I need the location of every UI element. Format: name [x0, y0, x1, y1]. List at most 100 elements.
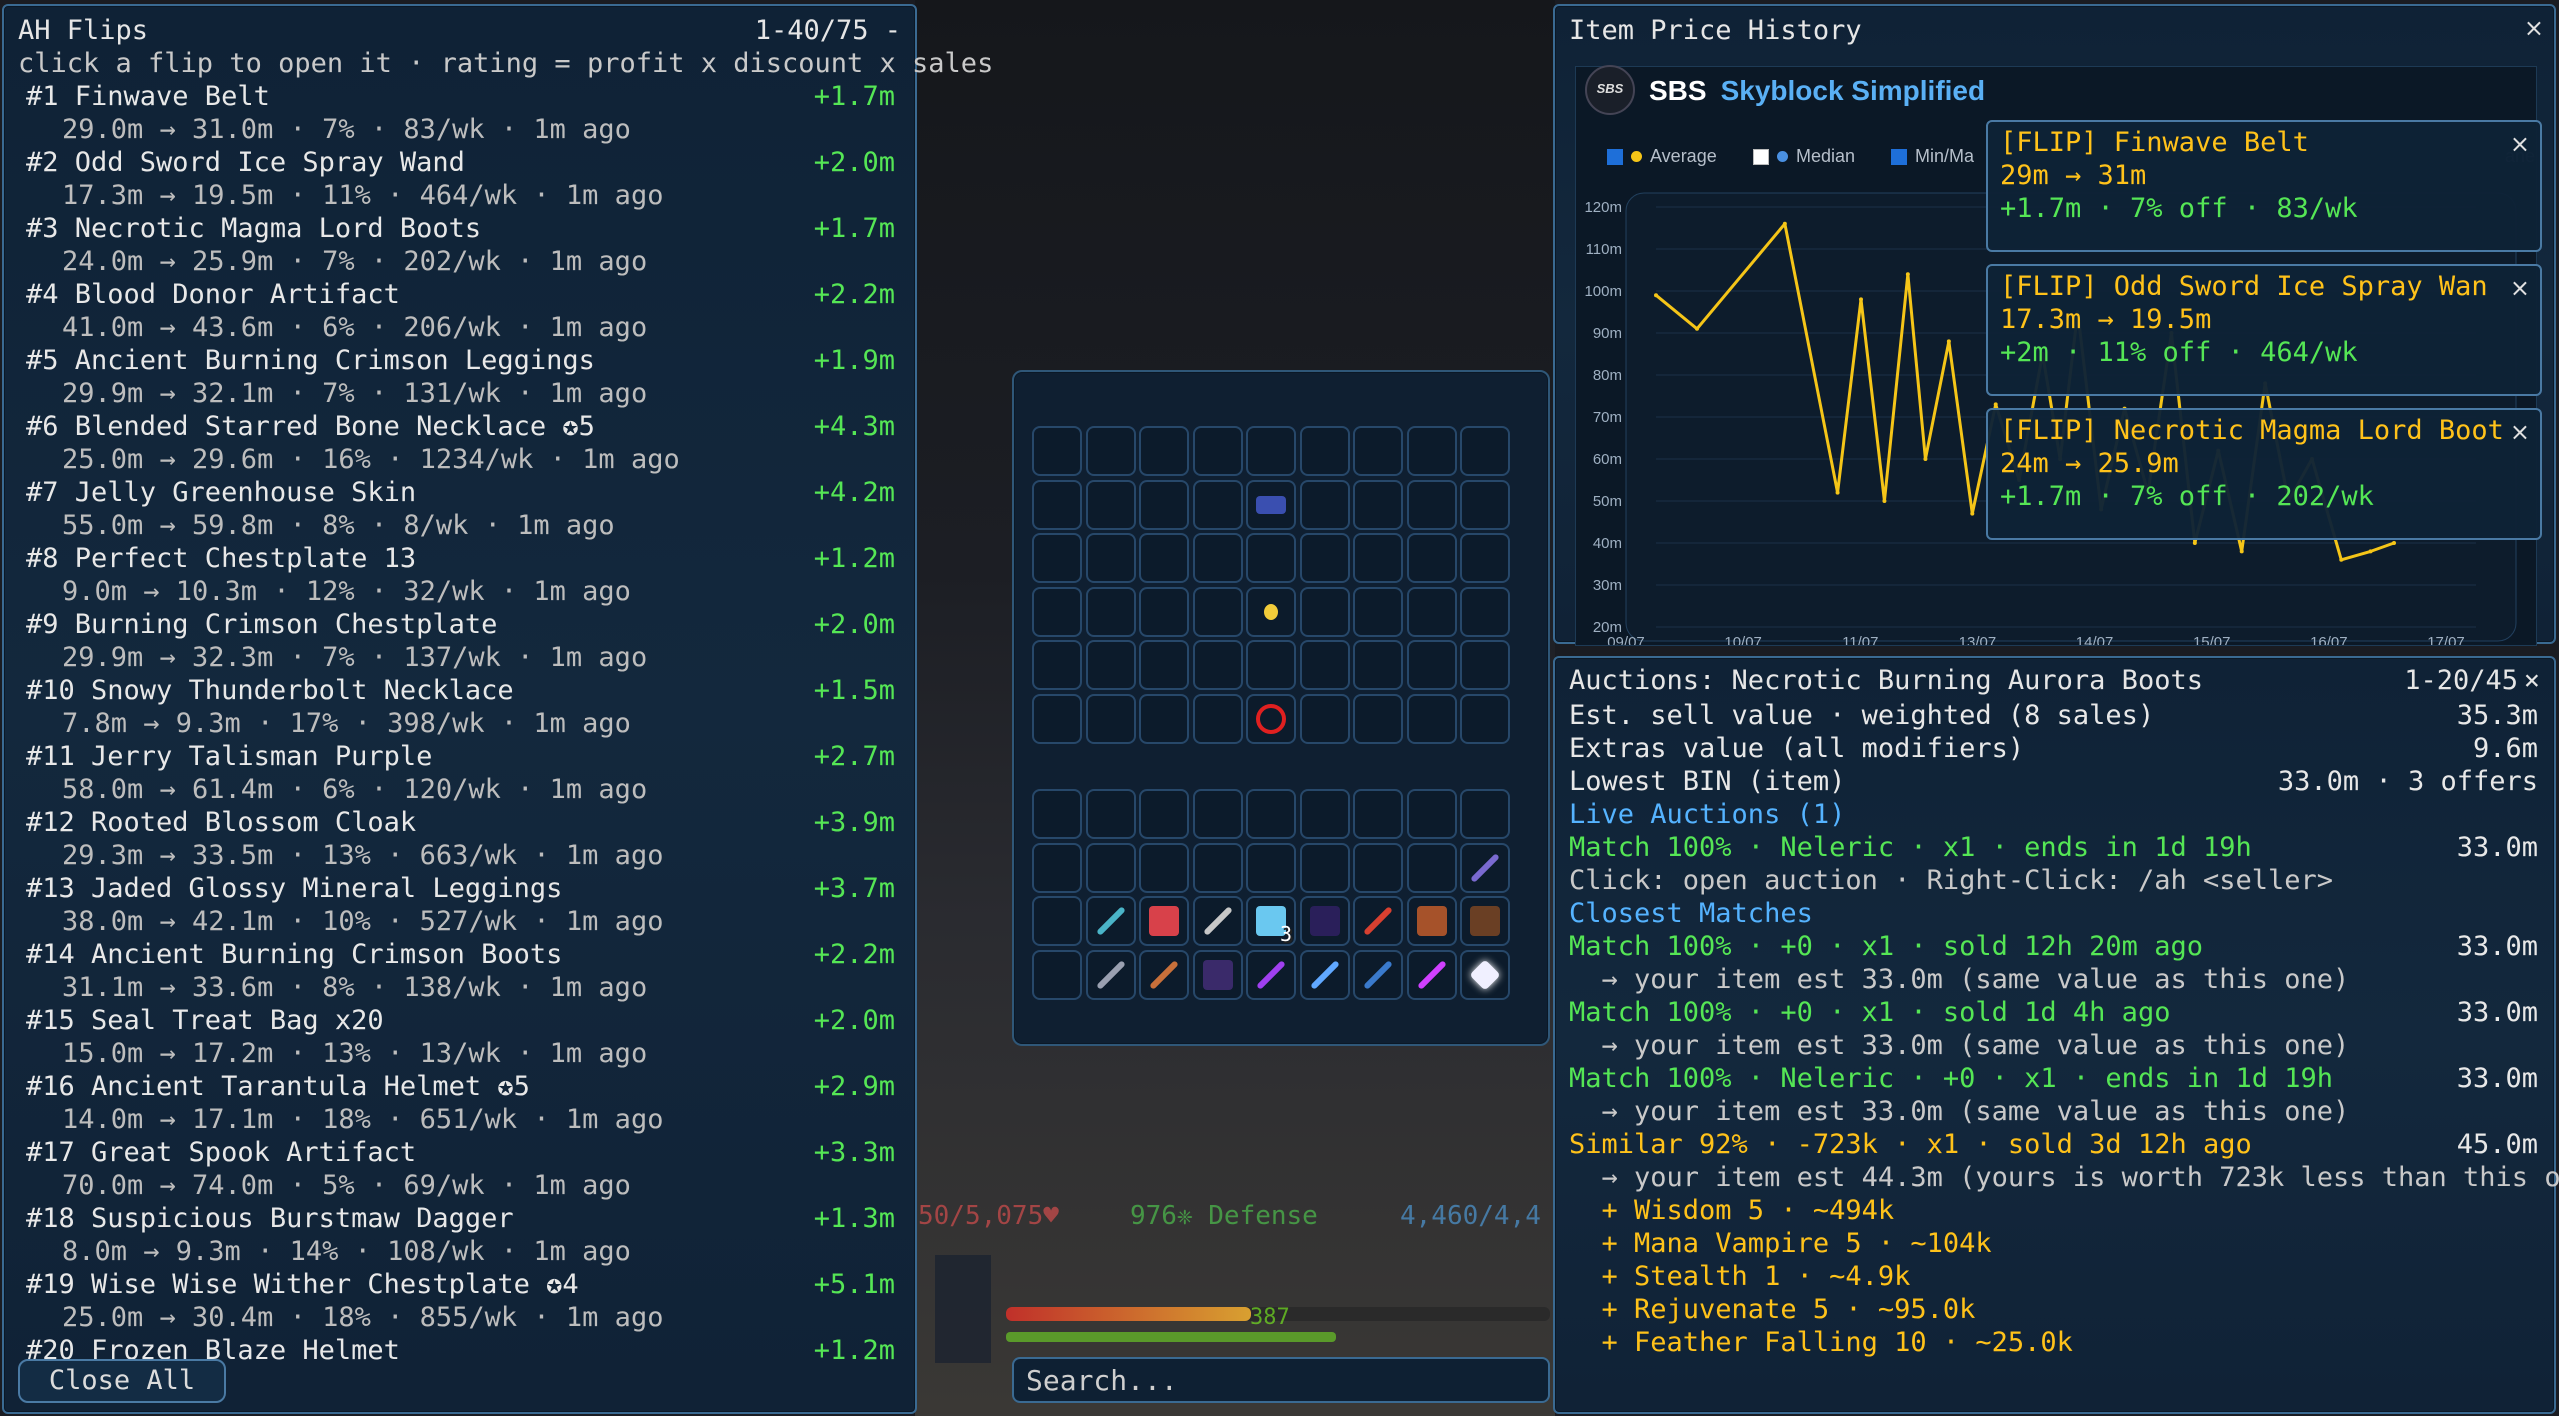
inventory-slot[interactable] [1246, 479, 1296, 530]
flip-row[interactable]: #7 Jelly Greenhouse Skin +4.2m 55.0m → 59.… [18, 476, 901, 542]
inventory-slot[interactable] [1353, 640, 1403, 690]
auction-row[interactable]: Extras value (all modifiers) 9.6m [1569, 732, 2540, 765]
inventory-slot[interactable] [1406, 896, 1457, 946]
inventory-slot[interactable] [1353, 426, 1403, 476]
inventory-slot[interactable] [1460, 533, 1510, 583]
flip-toast-1[interactable]: [FLIP] Finwave Belt 29m → 31m +1.7m · 7%… [1986, 120, 2542, 252]
auction-row[interactable]: Lowest BIN (item) 33.0m · 3 offers [1569, 765, 2540, 798]
inventory-slot[interactable] [1406, 533, 1457, 583]
inventory-slot[interactable] [1299, 842, 1350, 893]
inventory-slot[interactable] [1192, 896, 1243, 946]
auctions-close-button[interactable]: × [2524, 664, 2540, 697]
inventory-slot[interactable] [1139, 533, 1189, 583]
inventory-slot[interactable] [1406, 693, 1457, 744]
legend-median[interactable]: Median [1753, 140, 1855, 173]
inventory-slot[interactable] [1192, 789, 1243, 839]
inventory-slot[interactable] [1299, 693, 1350, 744]
inventory-slot[interactable] [1032, 949, 1082, 1000]
inventory-slot[interactable] [1246, 426, 1296, 476]
flip-row[interactable]: #8 Perfect Chestplate 13 +1.2m 9.0m → 10.3… [18, 542, 901, 608]
data-point[interactable] [2339, 557, 2344, 562]
inventory-slot[interactable] [1139, 479, 1189, 530]
flip-row[interactable]: #3 Necrotic Magma Lord Boots +1.7m 24.0m →… [18, 212, 901, 278]
inventory-slot[interactable] [1032, 586, 1082, 637]
auction-row[interactable]: Match 100% · +0 · x1 · sold 1d 4h ago 33.… [1569, 996, 2540, 1029]
inventory-slot[interactable] [1406, 479, 1457, 530]
inventory-slot[interactable] [1192, 693, 1243, 744]
toast-close-button[interactable]: × [2510, 416, 2530, 449]
inventory-slot[interactable] [1460, 789, 1510, 839]
inventory-slot[interactable] [1085, 896, 1136, 946]
inventory-slot[interactable] [1299, 640, 1350, 690]
inventory-slot[interactable] [1353, 586, 1403, 637]
inventory-slot[interactable] [1085, 479, 1136, 530]
inventory-slot[interactable] [1460, 479, 1510, 530]
inventory-slot[interactable] [1139, 949, 1189, 1000]
inventory-slot[interactable] [1192, 949, 1243, 1000]
inventory-slot[interactable] [1299, 789, 1350, 839]
inventory-slot[interactable] [1192, 479, 1243, 530]
data-point[interactable] [1882, 499, 1887, 503]
inventory-slot[interactable] [1353, 949, 1403, 1000]
flip-toast-2[interactable]: [FLIP] Odd Sword Ice Spray Wan 17.3m → 1… [1986, 264, 2542, 396]
inventory-slot[interactable] [1299, 533, 1350, 583]
inventory-slot[interactable] [1246, 586, 1296, 637]
inventory-slot[interactable] [1299, 479, 1350, 530]
flip-row[interactable]: #16 Ancient Tarantula Helmet ✪5 +2.9m 14.0… [18, 1070, 901, 1136]
flip-row[interactable]: #15 Seal Treat Bag x20 +2.0m 15.0m → 17.2m… [18, 1004, 901, 1070]
flip-row[interactable]: #4 Blood Donor Artifact +2.2m 41.0m → 43.6… [18, 278, 901, 344]
inventory-slot[interactable] [1299, 586, 1350, 637]
inventory-slot[interactable] [1406, 640, 1457, 690]
inventory-slot[interactable] [1032, 896, 1082, 946]
inventory-slot[interactable] [1192, 640, 1243, 690]
auction-row[interactable]: Similar 92% · -723k · x1 · sold 3d 12h a… [1569, 1128, 2540, 1161]
inventory-slot[interactable] [1085, 426, 1136, 476]
inventory-slot[interactable] [1139, 640, 1189, 690]
data-point[interactable] [1835, 490, 1840, 495]
data-point[interactable] [1654, 293, 1658, 298]
inventory-slot[interactable] [1192, 533, 1243, 583]
data-point[interactable] [1859, 297, 1863, 302]
flip-row[interactable]: #19 Wise Wise Wither Chestplate ✪4 +5.1m 2… [18, 1268, 901, 1334]
toast-close-button[interactable]: × [2510, 272, 2530, 305]
inventory-slot[interactable] [1299, 949, 1350, 1000]
inventory-slot[interactable] [1460, 949, 1510, 1000]
inventory-slot[interactable] [1192, 842, 1243, 893]
inventory-slot[interactable] [1299, 896, 1350, 946]
inventory-slot[interactable]: 3 [1246, 896, 1296, 946]
inventory-slot[interactable] [1032, 842, 1082, 893]
data-point[interactable] [1970, 511, 1975, 516]
flip-toast-3[interactable]: [FLIP] Necrotic Magma Lord Boot 24m → 25… [1986, 408, 2542, 540]
inventory-slot[interactable] [1192, 586, 1243, 637]
data-point[interactable] [1695, 326, 1699, 331]
inventory-slot[interactable] [1139, 842, 1189, 893]
inventory-slot[interactable] [1246, 842, 1296, 893]
inventory-slot[interactable] [1299, 426, 1350, 476]
inventory-slot[interactable] [1085, 789, 1136, 839]
inventory-slot[interactable] [1246, 789, 1296, 839]
data-point[interactable] [2239, 549, 2244, 554]
inventory-slot[interactable] [1139, 693, 1189, 744]
auctions-page-indicator[interactable]: 1-20/45 [2404, 664, 2518, 697]
average-checkbox[interactable] [1607, 148, 1623, 165]
inventory-slot[interactable] [1353, 789, 1403, 839]
data-point[interactable] [1905, 272, 1910, 277]
auction-row[interactable]: Match 100% · +0 · x1 · sold 12h 20m ago 3… [1569, 930, 2540, 963]
inventory-slot[interactable] [1246, 533, 1296, 583]
inventory-slot[interactable] [1085, 640, 1136, 690]
flip-row[interactable]: #11 Jerry Talisman Purple +2.7m 58.0m → 61… [18, 740, 901, 806]
inventory-slot[interactable] [1246, 949, 1296, 1000]
legend-average[interactable]: Average [1607, 140, 1717, 173]
inventory-slot[interactable] [1406, 586, 1457, 637]
flip-row[interactable]: #12 Rooted Blossom Cloak +3.9m 29.3m → 33.… [18, 806, 901, 872]
inventory-slot[interactable] [1353, 479, 1403, 530]
flip-row[interactable]: #5 Ancient Burning Crimson Leggings +1.9m… [18, 344, 901, 410]
close-all-button[interactable]: Close All [18, 1359, 226, 1403]
inventory-slot[interactable] [1406, 949, 1457, 1000]
data-point[interactable] [1782, 221, 1787, 226]
inventory-slot[interactable] [1192, 426, 1243, 476]
flip-row[interactable]: #9 Burning Crimson Chestplate +2.0m 29.9m … [18, 608, 901, 674]
inventory-slot[interactable] [1353, 842, 1403, 893]
data-point[interactable] [1923, 457, 1928, 461]
legend-minmax[interactable]: Min/Ma [1891, 140, 1974, 173]
